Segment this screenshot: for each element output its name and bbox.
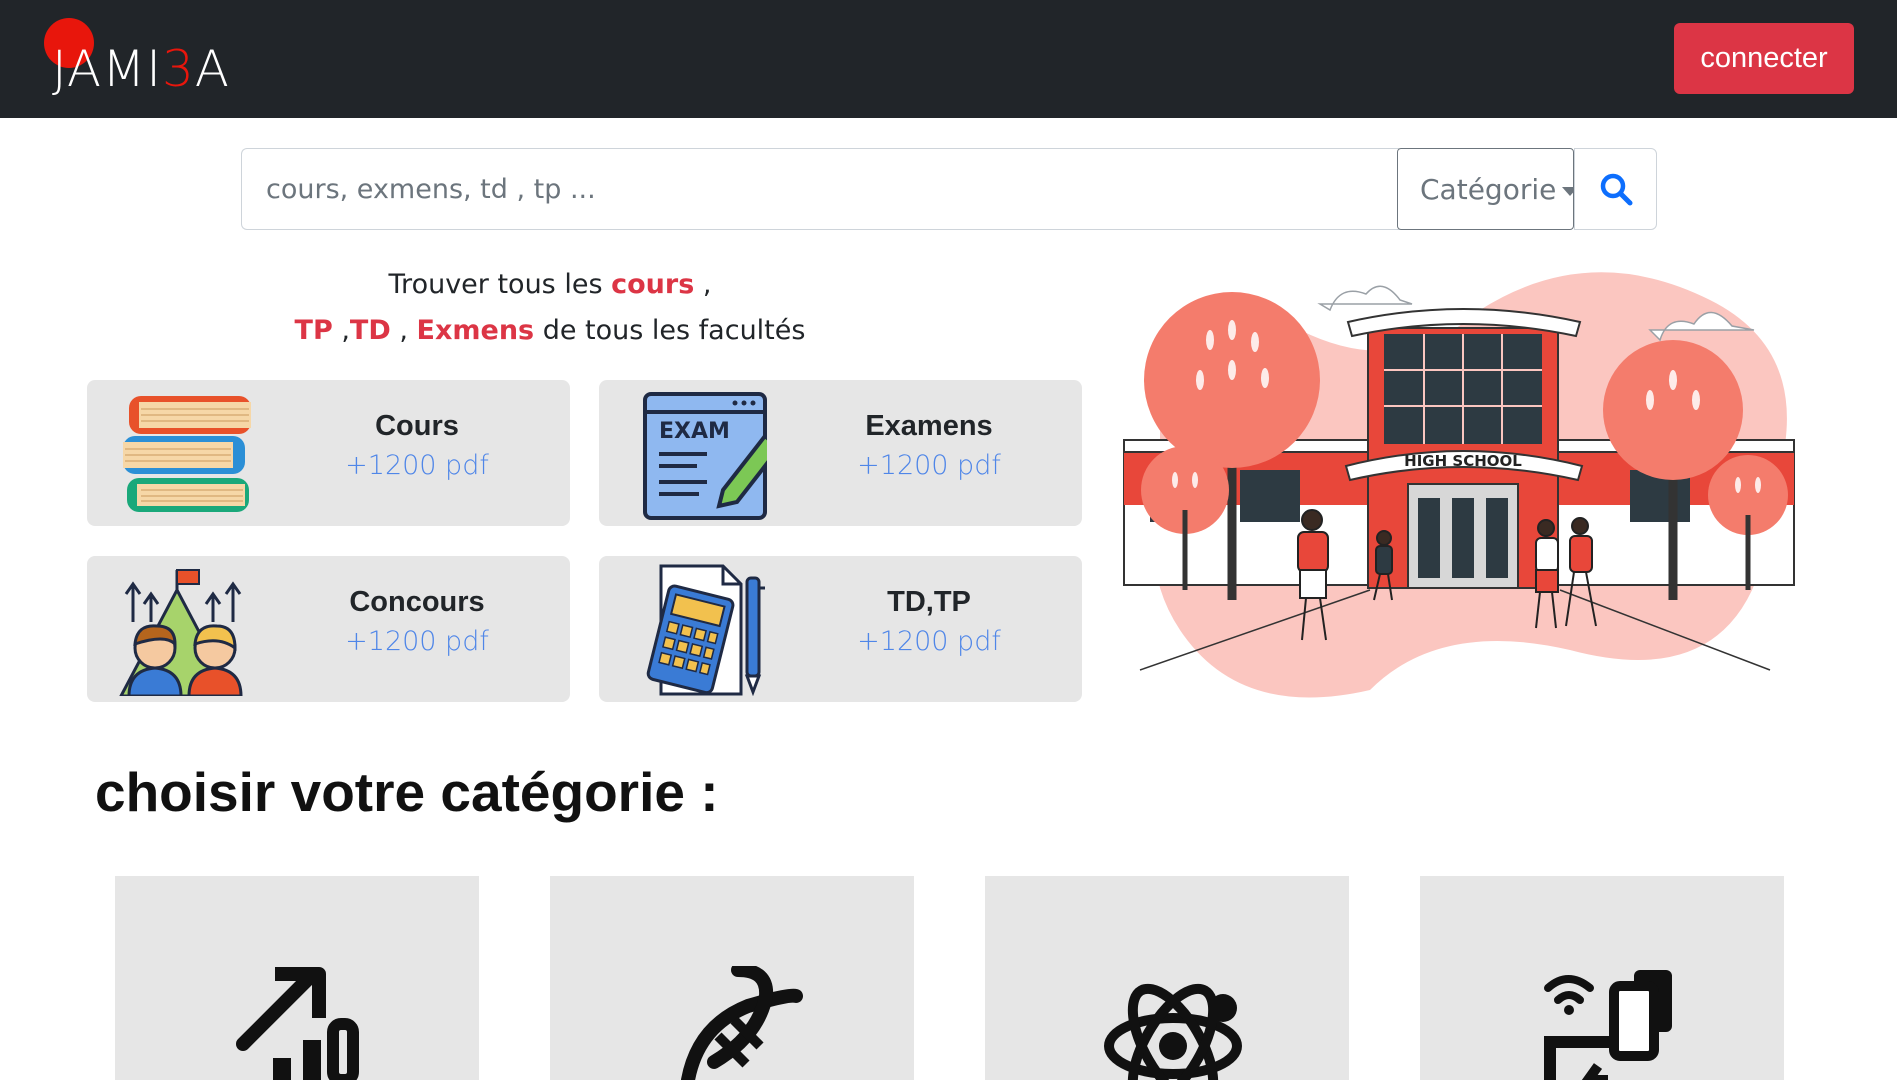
svg-text:EXAM: EXAM <box>659 419 730 444</box>
high-school-sign: HIGH SCHOOL <box>1404 452 1522 470</box>
category-dropdown[interactable]: Catégorie <box>1397 148 1579 230</box>
devices-icon <box>1544 970 1672 1080</box>
resource-card-concours[interactable]: Concours +1200 pdf <box>87 556 570 702</box>
resource-count: +1200 pdf <box>857 626 1001 657</box>
books-icon <box>123 396 251 512</box>
high-school-illustration: HIGH SCHOOL <box>1123 272 1795 698</box>
category-card-computer-science[interactable] <box>1420 876 1784 1080</box>
growth-chart-icon <box>236 967 359 1080</box>
category-dropdown-label: Catégorie <box>1420 172 1557 206</box>
tagline: Trouver tous les cours , TP ,TD , Exmens… <box>240 262 860 354</box>
search-button[interactable] <box>1574 148 1657 230</box>
atom-icon <box>1104 983 1242 1080</box>
resource-count: +1200 pdf <box>345 450 489 481</box>
jamiba-logo[interactable]: JAMI3A <box>44 16 254 96</box>
dna-icon <box>681 966 803 1080</box>
contest-icon <box>119 569 243 696</box>
resource-card-td-tp[interactable]: TD,TP +1200 pdf <box>599 556 1082 702</box>
resource-card-cours[interactable]: Cours +1200 pdf <box>87 380 570 526</box>
calculator-icon <box>646 564 765 696</box>
resource-title: Examens <box>865 410 993 442</box>
resource-title: Concours <box>349 586 485 618</box>
category-section-title: choisir votre catégorie : <box>95 761 719 823</box>
resource-card-examens[interactable]: EXAM Examens +1200 pdf <box>599 380 1082 526</box>
logo-text: JAMI3A <box>52 40 230 98</box>
connect-button[interactable]: connecter <box>1674 23 1854 94</box>
resource-title: Cours <box>375 410 459 442</box>
resource-count: +1200 pdf <box>345 626 489 657</box>
category-card-biology[interactable] <box>550 876 914 1080</box>
search-bar: Catégorie <box>241 148 1657 230</box>
navbar: JAMI3A connecter <box>0 0 1897 118</box>
category-card-economy[interactable] <box>115 876 479 1080</box>
search-icon <box>1600 173 1632 206</box>
search-input[interactable] <box>241 148 1399 230</box>
resource-title: TD,TP <box>887 586 971 618</box>
tagline-line-1: Trouver tous les cours , <box>388 269 712 300</box>
tagline-line-2: TP ,TD , Exmens de tous les facultés <box>294 315 806 346</box>
category-card-physics[interactable] <box>985 876 1349 1080</box>
resource-count: +1200 pdf <box>857 450 1001 481</box>
exam-icon: EXAM <box>643 392 767 520</box>
